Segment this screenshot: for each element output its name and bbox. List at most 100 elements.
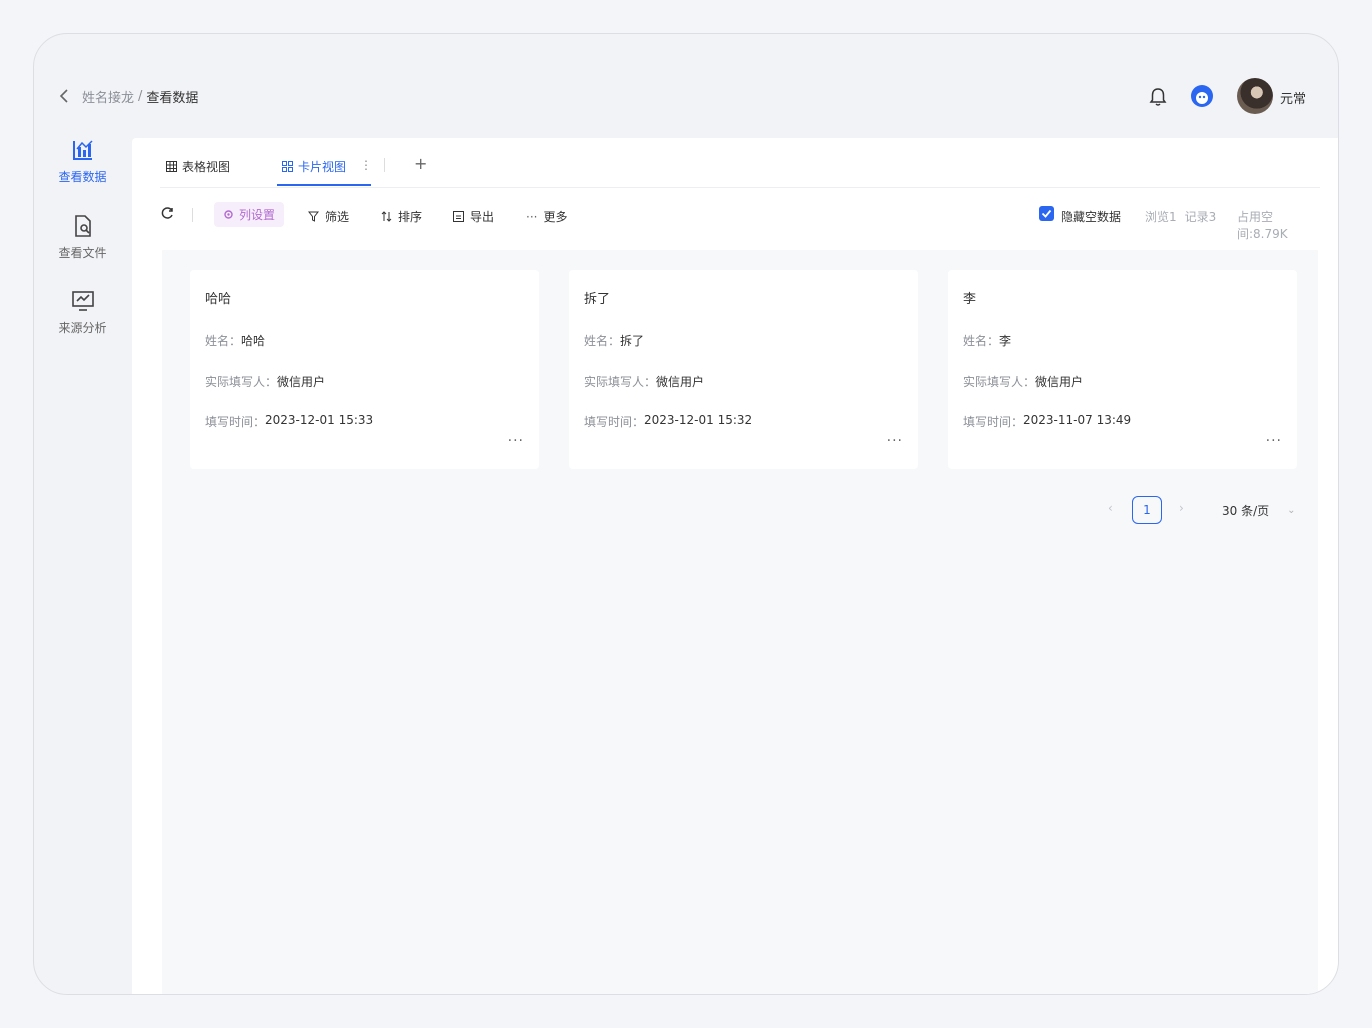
tab-table-view[interactable]: 表格视图 (166, 158, 230, 175)
sidebar-item-label: 查看文件 (58, 246, 107, 260)
field-value: 2023-11-07 13:49 (1023, 413, 1132, 427)
field-label: 填写时间： (963, 415, 1024, 429)
monitor-chart-icon (71, 291, 94, 311)
field-value: 2023-12-01 15:32 (644, 413, 753, 427)
bell-icon[interactable] (1147, 86, 1169, 108)
field-filler: 实际填写人： 微信用户 (584, 373, 704, 390)
next-page-icon[interactable]: › (1179, 501, 1184, 515)
field-name: 姓名： 李 (963, 332, 1011, 349)
card-list: 哈哈 姓名： 哈哈 实际填写人： 微信用户 填写时间： 2023-12-01 1… (162, 250, 1318, 994)
sidebar-item-label: 查看数据 (58, 170, 107, 184)
field-filler: 实际填写人： 微信用户 (205, 373, 325, 390)
sidebar: 查看数据 查看文件 来源分析 (34, 138, 131, 994)
avatar[interactable] (1237, 78, 1273, 114)
field-label: 填写时间： (584, 415, 645, 429)
sort-button[interactable]: 排序 (381, 208, 422, 225)
field-label: 姓名： (963, 334, 1000, 348)
breadcrumb-parent[interactable]: 姓名接龙 (82, 87, 134, 106)
card-more-icon[interactable]: ··· (508, 433, 524, 449)
record-card[interactable]: 李 姓名： 李 实际填写人： 微信用户 填写时间： 2023-11-07 13:… (948, 270, 1297, 469)
active-tab-indicator (277, 184, 371, 186)
card-title: 李 (963, 292, 977, 307)
export-button[interactable]: 导出 (453, 208, 494, 225)
customer-service-icon[interactable] (1189, 83, 1215, 109)
page-size-select[interactable]: 30 条/页 ⌄ (1210, 496, 1304, 524)
sidebar-item-label: 来源分析 (58, 321, 107, 335)
field-value: 哈哈 (241, 334, 266, 348)
field-label: 姓名： (205, 334, 242, 348)
tab-label: 卡片视图 (298, 160, 347, 174)
tab-label: 表格视图 (182, 160, 231, 174)
more-label: 更多 (543, 210, 568, 224)
field-name: 姓名： 哈哈 (205, 332, 265, 349)
chart-icon (72, 140, 93, 160)
field-value: 李 (999, 334, 1012, 348)
add-view-button[interactable]: + (414, 154, 427, 173)
view-count: 浏览1 (1145, 210, 1177, 224)
main-panel: 表格视图 卡片视图 ⋮ + 列设置 筛选 排序 导出 ··· 更多 隐藏空数据 … (132, 138, 1338, 994)
check-icon (1041, 209, 1052, 218)
more-button[interactable]: ··· 更多 (526, 208, 567, 225)
sidebar-item-view-data[interactable]: 查看数据 (34, 138, 131, 185)
view-tabs: 表格视图 卡片视图 ⋮ + (160, 138, 1320, 188)
top-bar: 姓名接龙 / 查看数据 元常 (34, 34, 1338, 138)
field-filler: 实际填写人： 微信用户 (963, 373, 1083, 390)
field-value: 微信用户 (1035, 375, 1084, 389)
toolbar: 列设置 筛选 排序 导出 ··· 更多 隐藏空数据 浏览1 记录3 占用空间:8… (160, 202, 1320, 241)
field-label: 填写时间： (205, 415, 266, 429)
card-grid-icon (282, 161, 293, 172)
sort-icon (381, 211, 392, 222)
field-time: 填写时间： 2023-12-01 15:33 (205, 413, 373, 430)
table-icon (166, 161, 177, 172)
column-settings-label: 列设置 (239, 208, 276, 222)
record-card[interactable]: 拆了 姓名： 拆了 实际填写人： 微信用户 填写时间： 2023-12-01 1… (569, 270, 918, 469)
field-label: 实际填写人： (584, 375, 657, 389)
breadcrumb-current: 查看数据 (146, 91, 199, 106)
chevron-down-icon: ⌄ (1287, 504, 1296, 516)
card-more-icon[interactable]: ··· (1266, 433, 1282, 449)
sidebar-item-view-files[interactable]: 查看文件 (34, 214, 131, 261)
chevron-left-icon[interactable] (58, 88, 72, 104)
gear-icon (224, 210, 233, 219)
tab-card-view[interactable]: 卡片视图 (282, 158, 346, 175)
more-dots-icon: ··· (526, 209, 538, 224)
field-label: 实际填写人： (205, 375, 278, 389)
divider (192, 208, 193, 222)
file-search-icon (74, 215, 91, 237)
field-label: 实际填写人： (963, 375, 1036, 389)
column-settings-button[interactable]: 列设置 (214, 202, 285, 227)
prev-page-icon[interactable]: ‹ (1108, 501, 1113, 515)
card-title: 拆了 (584, 292, 611, 307)
page-size-value: 30 条/页 (1222, 503, 1270, 518)
field-value: 2023-12-01 15:33 (265, 413, 374, 427)
sort-label: 排序 (398, 210, 423, 224)
hide-empty-checkbox[interactable] (1039, 206, 1054, 221)
hide-empty-label[interactable]: 隐藏空数据 (1061, 208, 1121, 225)
field-name: 姓名： 拆了 (584, 332, 644, 349)
sidebar-item-source-analysis[interactable]: 来源分析 (34, 289, 131, 336)
breadcrumb: 姓名接龙 / 查看数据 (82, 87, 198, 106)
record-count: 记录3 (1184, 210, 1217, 224)
space-used: 占用空间:8.79K (1237, 210, 1288, 241)
field-value: 拆了 (620, 334, 645, 348)
tab-menu-icon[interactable]: ⋮ (360, 158, 372, 172)
field-time: 填写时间： 2023-11-07 13:49 (963, 413, 1131, 430)
field-time: 填写时间： 2023-12-01 15:32 (584, 413, 752, 430)
field-value: 微信用户 (277, 375, 326, 389)
record-card[interactable]: 哈哈 姓名： 哈哈 实际填写人： 微信用户 填写时间： 2023-12-01 1… (190, 270, 539, 469)
app-window: 姓名接龙 / 查看数据 元常 查看数据 查看文件 来源分析 表格视图 卡片视图 … (33, 33, 1339, 995)
field-label: 姓名： (584, 334, 621, 348)
divider (384, 158, 385, 172)
export-label: 导出 (470, 210, 495, 224)
card-more-icon[interactable]: ··· (887, 433, 903, 449)
export-icon (453, 211, 464, 222)
refresh-icon[interactable] (160, 206, 174, 220)
filter-icon (308, 211, 319, 222)
page-number-current[interactable]: 1 (1132, 496, 1162, 524)
field-value: 微信用户 (656, 375, 705, 389)
username[interactable]: 元常 (1280, 88, 1306, 107)
filter-button[interactable]: 筛选 (308, 208, 349, 225)
record-stats: 浏览1 记录3 (1145, 208, 1216, 225)
filter-label: 筛选 (325, 210, 350, 224)
card-title: 哈哈 (205, 292, 232, 307)
